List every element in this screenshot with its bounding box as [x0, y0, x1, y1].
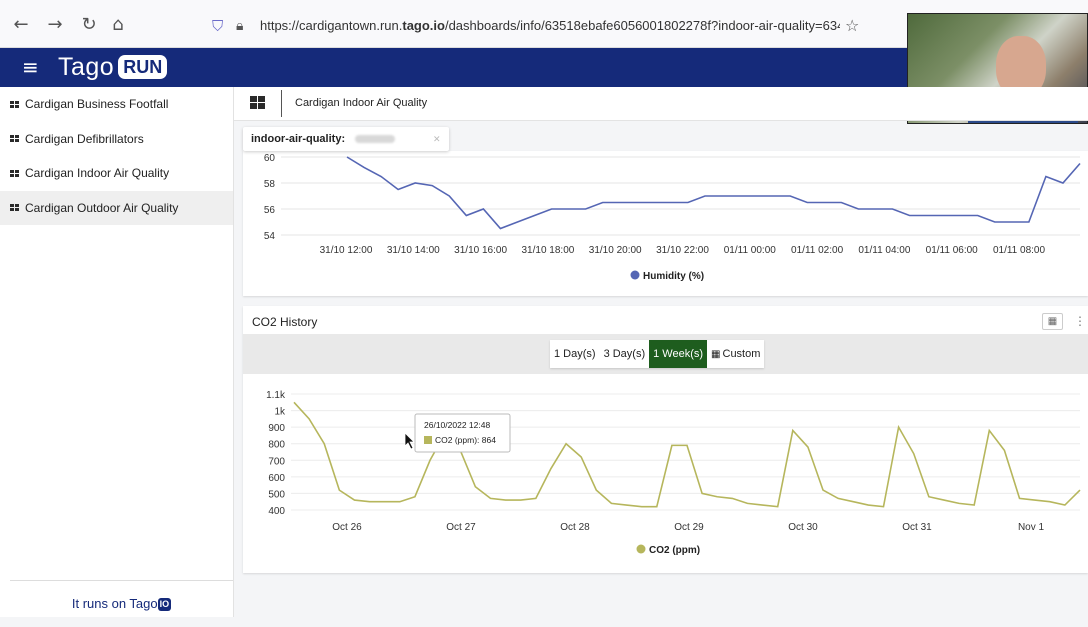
- tago-run-logo[interactable]: Tago RUN: [58, 52, 168, 82]
- chart-tooltip: 26/10/2022 12:48 CO2 (ppm): 864: [414, 413, 511, 453]
- forward-arrow-icon[interactable]: →: [44, 14, 66, 36]
- tago-io-badge: IO: [157, 598, 172, 611]
- y-tick-label: 900: [268, 423, 285, 434]
- range-button-custom[interactable]: ▦ Custom: [707, 340, 764, 368]
- page-title: Cardigan Indoor Air Quality: [295, 97, 428, 109]
- legend-marker: [636, 544, 646, 554]
- humidity-chart: 54 56 58 60 31/10 12:00 31/10 14:00 31/10 16:0…: [264, 153, 1081, 282]
- sidebar-item-defibrillators[interactable]: Cardigan Defibrillators: [0, 122, 233, 157]
- co2-chart: 400 500 600 700 800 900 1k 1.1k Oct 26 Oct 27 Oct …: [266, 390, 1081, 556]
- tooltip-marker: [424, 436, 432, 444]
- range-selector-strip: 1 Day(s) 3 Day(s) 1 Week(s) ▦ Custom: [243, 334, 1088, 374]
- x-tick-label: Oct 27: [446, 522, 476, 533]
- range-selector: 1 Day(s) 3 Day(s) 1 Week(s) ▦ Custom: [550, 340, 765, 368]
- x-tick-label: Oct 28: [560, 522, 590, 533]
- y-tick-label: 700: [268, 456, 285, 467]
- co2-history-card: CO2 History ▦ ⋮ 1 Day(s) 3 Day(s) 1 Week(s…: [243, 306, 1088, 573]
- y-tick-label: 500: [268, 489, 285, 500]
- x-tick-label: 31/10 16:00: [454, 245, 507, 256]
- humidity-series-line: [346, 156, 1081, 230]
- card-title: CO2 History: [252, 315, 318, 329]
- dashboard-grid-icon: [10, 204, 19, 212]
- range-button-label: Custom: [722, 348, 761, 360]
- x-tick-label: Oct 31: [902, 522, 932, 533]
- range-button-1-day-s[interactable]: 1 Day(s): [550, 340, 600, 368]
- y-tick-label: 54: [264, 231, 276, 242]
- co2-series-line: [293, 401, 1081, 508]
- x-tick-label: 01/11 08:00: [993, 245, 1046, 256]
- tooltip-date: 26/10/2022 12:48: [424, 420, 490, 430]
- range-button-3-day-s[interactable]: 3 Day(s): [600, 340, 650, 368]
- divider: [281, 90, 282, 117]
- y-tick-label: 400: [268, 506, 285, 517]
- range-button-label: 1 Day(s): [554, 348, 596, 360]
- calendar-icon: ▦: [711, 349, 721, 360]
- x-tick-label: 31/10 14:00: [387, 245, 440, 256]
- y-tick-label: 600: [268, 473, 285, 484]
- legend-label: Humidity (%): [643, 271, 704, 282]
- x-tick-label: 31/10 20:00: [589, 245, 642, 256]
- x-tick-label: Oct 30: [788, 522, 818, 533]
- x-tick-label: 01/11 04:00: [858, 245, 911, 256]
- y-tick-label: 56: [264, 205, 276, 216]
- x-tick-label: 01/11 02:00: [791, 245, 844, 256]
- shield-icon: ⛉: [212, 17, 224, 35]
- filter-value: [355, 135, 395, 143]
- sidebar-item-indoor-air-quality[interactable]: Cardigan Indoor Air Quality: [0, 156, 233, 191]
- dashboard-grid-icon: [10, 135, 19, 143]
- address-bar[interactable]: ⛉ 🔒︎ https://cardigantown.run.tago.io/da…: [210, 12, 870, 40]
- sidebar-footer[interactable]: It runs on Tago IO: [10, 580, 233, 617]
- range-button-label: 3 Day(s): [603, 348, 646, 360]
- x-tick-label: Oct 29: [674, 522, 704, 533]
- reload-icon[interactable]: ↻: [78, 14, 100, 36]
- dashboard-grid-icon[interactable]: [250, 96, 265, 109]
- range-button-1-week-s[interactable]: 1 Week(s): [649, 340, 708, 368]
- x-tick-label: Nov 1: [1018, 522, 1045, 533]
- sidebar: Cardigan Business Footfall Cardigan Defi…: [0, 87, 234, 617]
- tooltip-series: CO2 (ppm): 864: [435, 435, 496, 445]
- more-options-icon[interactable]: ⋮: [1074, 313, 1086, 330]
- y-tick-label: 1.1k: [266, 390, 286, 401]
- home-icon[interactable]: ⌂: [107, 14, 129, 36]
- calendar-icon[interactable]: ▦: [1042, 313, 1063, 330]
- hamburger-menu-icon[interactable]: ≡: [22, 56, 39, 78]
- range-button-label: 1 Week(s): [653, 348, 704, 360]
- dashboard-grid-icon: [10, 100, 19, 108]
- back-arrow-icon[interactable]: ←: [10, 14, 32, 36]
- legend-label: CO2 (ppm): [649, 545, 700, 556]
- x-tick-label: 01/11 06:00: [926, 245, 979, 256]
- sidebar-item-business-footfall[interactable]: Cardigan Business Footfall: [0, 87, 233, 122]
- legend-marker: [630, 270, 640, 280]
- x-tick-label: 31/10 22:00: [656, 245, 709, 256]
- dashboard-header: Cardigan Indoor Air Quality: [234, 87, 1088, 121]
- sidebar-item-outdoor-air-quality[interactable]: Cardigan Outdoor Air Quality: [0, 190, 233, 225]
- device-filter-dropdown[interactable]: indoor-air-quality: ✕: [243, 127, 449, 151]
- x-tick-label: 31/10 12:00: [320, 245, 373, 256]
- x-tick-label: Oct 26: [332, 522, 362, 533]
- url-text: https://cardigantown.run.tago.io/dashboa…: [260, 18, 840, 33]
- lock-icon: 🔒︎: [236, 18, 244, 34]
- humidity-chart-card: 54 56 58 60 31/10 12:00 31/10 14:00 31/10 16:0…: [243, 151, 1088, 296]
- mouse-cursor-icon: [404, 432, 415, 450]
- y-tick-label: 1k: [274, 407, 286, 418]
- bookmark-star-icon[interactable]: ☆: [845, 12, 859, 40]
- x-tick-label: 31/10 18:00: [521, 245, 574, 256]
- y-tick-label: 58: [264, 179, 276, 190]
- y-tick-label: 800: [268, 440, 285, 451]
- x-tick-label: 01/11 00:00: [724, 245, 777, 256]
- y-tick-label: 60: [264, 153, 276, 164]
- chevron-down-icon: ✕: [433, 134, 441, 144]
- dashboard-grid-icon: [10, 169, 19, 177]
